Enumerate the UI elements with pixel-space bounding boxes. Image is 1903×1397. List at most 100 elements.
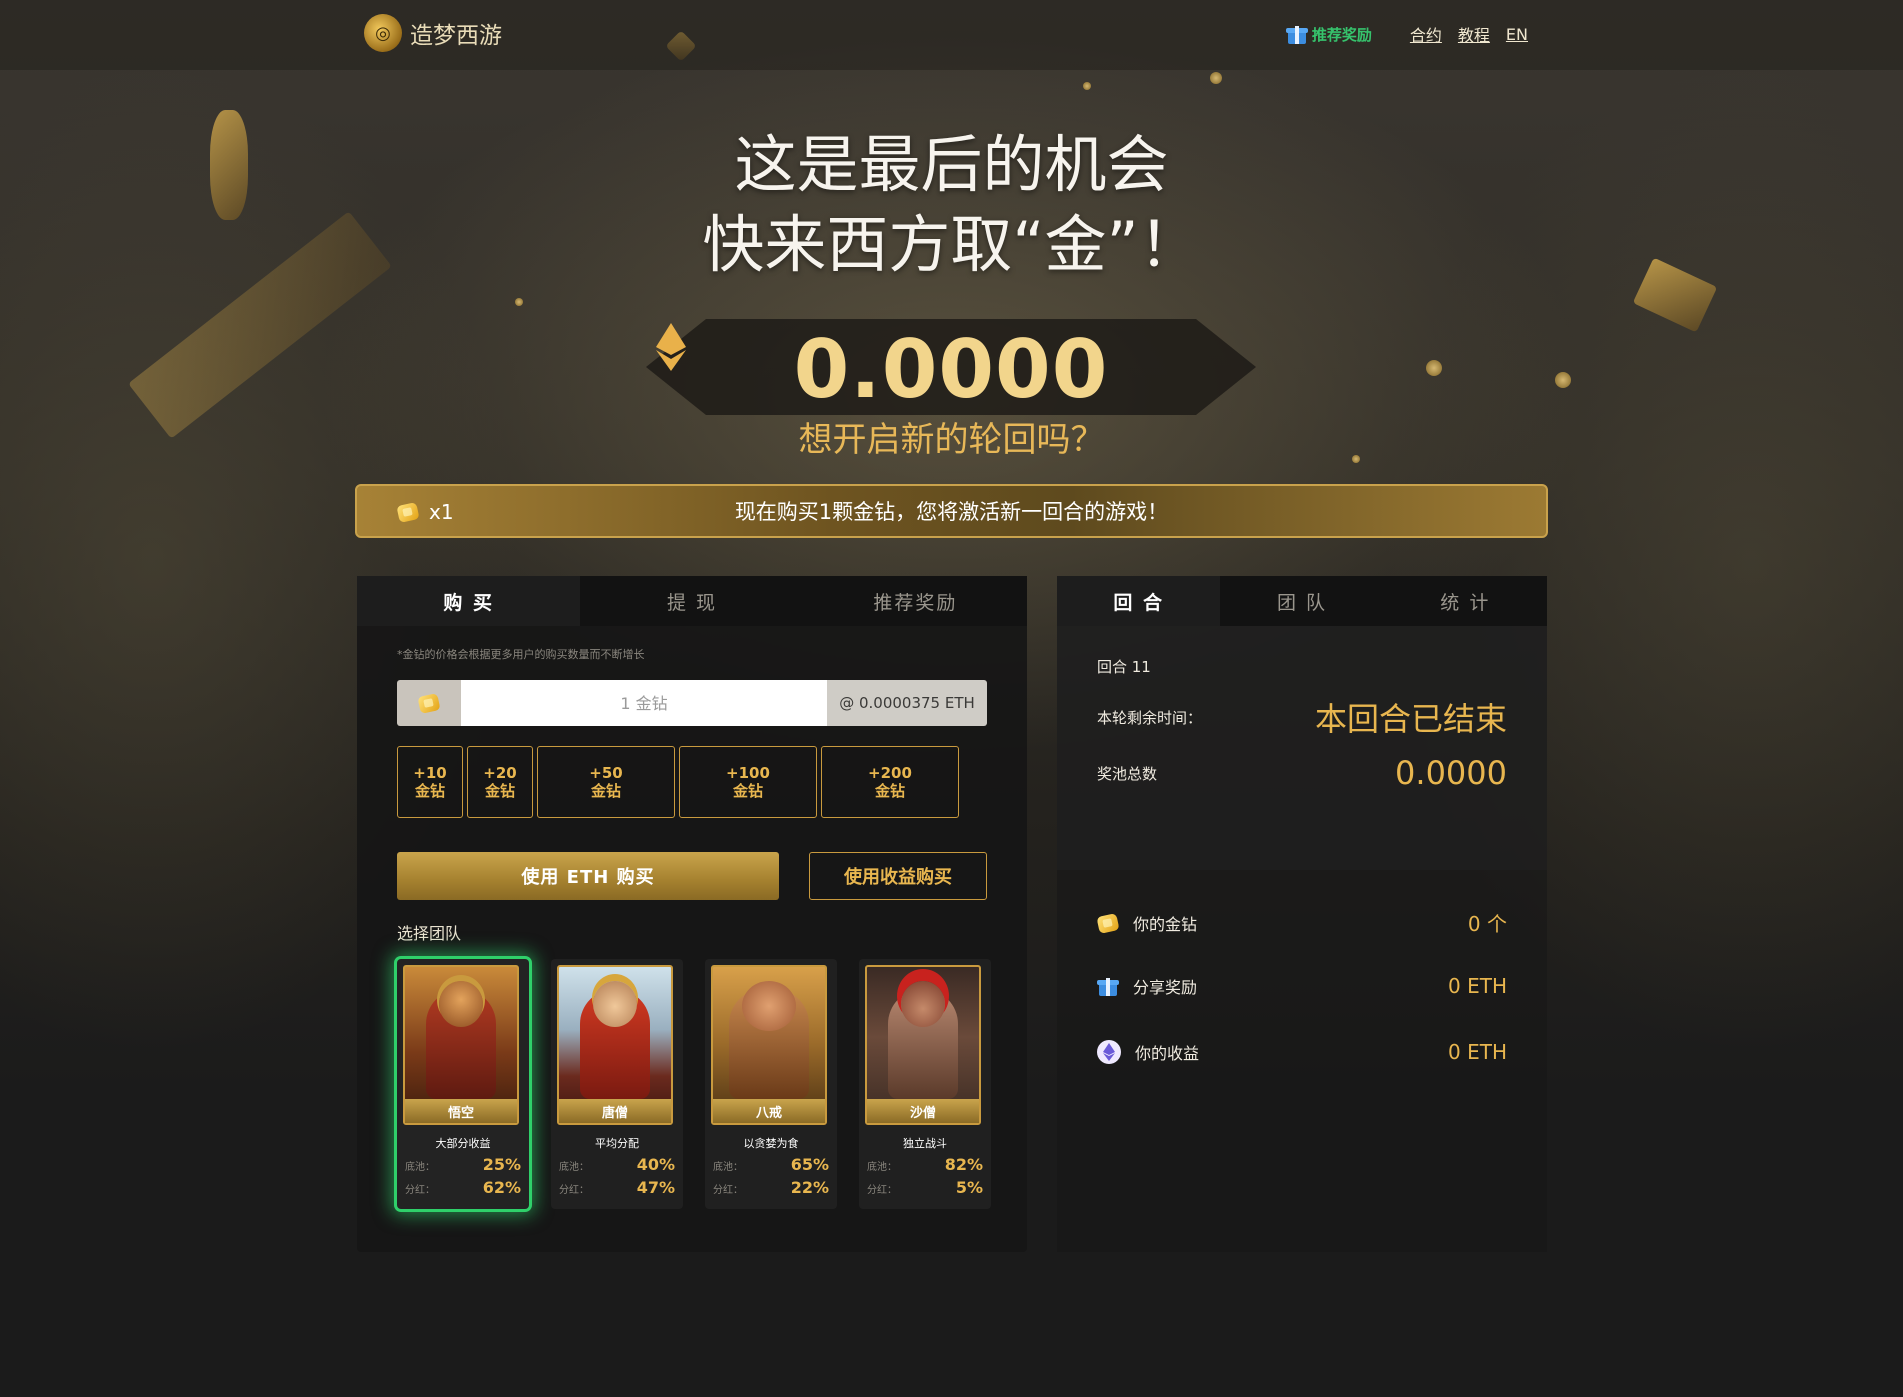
add-20-button[interactable]: +20 金钻 [467, 746, 533, 818]
referral-link-label: 推荐奖励 [1311, 25, 1372, 44]
shaseng-head [901, 981, 945, 1027]
buy-with-earnings-button[interactable]: 使用收益购买 [809, 852, 987, 900]
buy-with-eth-button[interactable]: 使用 ETH 购买 [397, 852, 779, 900]
add-50-amount: +50 [589, 764, 623, 782]
sparkle-decoration [515, 298, 523, 306]
round-panel-tabs: 回 合 团 队 统 计 [1057, 576, 1547, 626]
team-pool-stat: 底池： 40% [557, 1155, 677, 1174]
pool-total-value: 0.0000 [1395, 754, 1507, 792]
team-pool-label: 底池： [867, 1162, 897, 1173]
buy-amount-group: @ 0.0000375 ETH [397, 680, 987, 726]
tangseng-portrait: 唐僧 [557, 965, 673, 1125]
round-panel: 回 合 团 队 统 计 回合 11 本轮剩余时间： 本回合已结束 奖池总数 0.… [1057, 576, 1547, 1252]
tab-round[interactable]: 回 合 [1057, 576, 1221, 626]
sparkle-decoration [1210, 72, 1222, 84]
add-200-unit: 金钻 [874, 782, 905, 800]
buy-input-prefix [397, 680, 461, 726]
pot-value-text: 0.0000 [793, 323, 1109, 416]
notice-bar: x1 现在购买1颗金钻，您将激活新一回合的游戏！ [355, 484, 1548, 538]
team-card-wukong[interactable]: 悟空 大部分收益 底池： 25% 分红： 62% [397, 959, 529, 1209]
team-pool-value: 40% [636, 1155, 675, 1174]
team-card-shaseng[interactable]: 沙僧 独立战斗 底池： 82% 分红： 5% [859, 959, 991, 1209]
logo-text: 造梦西游 [410, 23, 502, 49]
team-dividend-value: 62% [482, 1178, 521, 1197]
team-name: 唐僧 [559, 1099, 671, 1123]
team-dividend-value: 5% [955, 1178, 983, 1197]
wukong-head [439, 981, 483, 1027]
user-earnings-row: 你的收益 0 ETH [1097, 1040, 1507, 1064]
time-left-value: 本回合已结束 [1314, 700, 1507, 738]
tab-team[interactable]: 团 队 [1220, 576, 1383, 626]
pool-total-row: 奖池总数 0.0000 [1097, 754, 1507, 792]
team-dividend-stat: 分红： 5% [865, 1178, 985, 1197]
team-pool-stat: 底池： 82% [865, 1155, 985, 1174]
share-reward-row: 分享奖励 0 ETH [1097, 974, 1507, 998]
shaseng-portrait: 沙僧 [865, 965, 981, 1125]
bajie-portrait: 八戒 [711, 965, 827, 1125]
team-dividend-value: 22% [790, 1178, 829, 1197]
sparkle-decoration [1555, 372, 1571, 388]
gift-icon [1097, 975, 1119, 997]
team-desc: 以贪婪为食 [743, 1137, 799, 1150]
logo[interactable]: ◎ 造梦西游 [364, 14, 502, 52]
add-100-button[interactable]: +100 金钻 [679, 746, 817, 818]
team-dividend-label: 分红： [867, 1185, 897, 1196]
add-200-button[interactable]: +200 金钻 [821, 746, 959, 818]
referral-link[interactable]: 推荐奖励 [1285, 23, 1372, 45]
add-20-unit: 金钻 [484, 782, 515, 800]
user-earnings-value: 0 ETH [1448, 1040, 1507, 1064]
tab-stats[interactable]: 统 计 [1384, 576, 1547, 626]
team-pool-label: 底池： [559, 1162, 589, 1173]
eth-icon [1097, 1040, 1121, 1064]
user-diamonds-row: 你的金钻 0 个 [1097, 908, 1507, 937]
tab-withdraw[interactable]: 提 现 [580, 576, 803, 626]
team-desc: 独立战斗 [903, 1137, 947, 1150]
nav-contract-link[interactable]: 合约 [1410, 22, 1442, 46]
tab-referral[interactable]: 推荐奖励 [804, 576, 1027, 626]
time-left-row: 本轮剩余时间： 本回合已结束 [1097, 694, 1507, 740]
add-20-amount: +20 [483, 764, 517, 782]
buy-amount-input[interactable] [461, 680, 827, 726]
team-name: 八戒 [713, 1099, 825, 1123]
hero: 这是最后的机会 快来西方取“金”！ [0, 125, 1903, 285]
pool-total-label: 奖池总数 [1097, 764, 1158, 783]
round-info: 回合 11 本轮剩余时间： 本回合已结束 奖池总数 0.0000 [1057, 626, 1547, 870]
notice-message: 现在购买1颗金钻，您将激活新一回合的游戏！ [734, 500, 1169, 524]
bajie-head [742, 981, 796, 1031]
diamond-count: x1 [397, 500, 454, 524]
buy-panel: 购 买 提 现 推荐奖励 *金钻的价格会根据更多用户的购买数量而不断增长 @ 0… [357, 576, 1027, 1252]
team-dividend-label: 分红： [405, 1185, 435, 1196]
nav-language-link[interactable]: EN [1506, 25, 1528, 44]
add-10-unit: 金钻 [414, 782, 445, 800]
top-nav: 推荐奖励 合约 教程 EN [1285, 22, 1528, 46]
add-100-unit: 金钻 [732, 782, 763, 800]
user-diamonds-label: 你的金钻 [1133, 914, 1198, 934]
tangseng-head [593, 981, 637, 1027]
sparkle-decoration [1426, 360, 1442, 376]
team-pool-label: 底池： [405, 1162, 435, 1173]
pot-banner: 0.0000 [646, 319, 1256, 416]
share-reward-value: 0 ETH [1448, 974, 1507, 998]
tab-buy[interactable]: 购 买 [357, 576, 581, 626]
hero-title-line1: 这是最后的机会 [734, 128, 1169, 201]
team-pool-value: 82% [944, 1155, 983, 1174]
team-pool-label: 底池： [713, 1162, 743, 1173]
ethereum-icon [656, 323, 686, 371]
price-note: *金钻的价格会根据更多用户的购买数量而不断增长 [397, 648, 645, 661]
team-dividend-stat: 分红： 22% [711, 1178, 831, 1197]
sparkle-decoration [1083, 82, 1091, 90]
team-dividend-label: 分红： [713, 1185, 743, 1196]
team-card-tangseng[interactable]: 唐僧 平均分配 底池： 40% 分红： 47% [551, 959, 683, 1209]
user-stats: 你的金钻 0 个 分享奖励 0 ETH 你的收益 0 ETH [1057, 870, 1547, 1252]
team-pool-stat: 底池： 65% [711, 1155, 831, 1174]
add-50-unit: 金钻 [590, 782, 621, 800]
user-earnings-label-group: 你的收益 [1097, 1040, 1199, 1064]
user-earnings-label: 你的收益 [1135, 1044, 1200, 1063]
team-list: 悟空 大部分收益 底池： 25% 分红： 62% 唐僧 平均分配 底池： 40% 分红… [397, 959, 991, 1209]
add-50-button[interactable]: +50 金钻 [537, 746, 675, 818]
add-10-button[interactable]: +10 金钻 [397, 746, 463, 818]
nav-tutorial-link[interactable]: 教程 [1458, 22, 1490, 46]
team-card-bajie[interactable]: 八戒 以贪婪为食 底池： 65% 分红： 22% [705, 959, 837, 1209]
team-pool-value: 25% [482, 1155, 521, 1174]
add-200-amount: +200 [868, 764, 912, 782]
